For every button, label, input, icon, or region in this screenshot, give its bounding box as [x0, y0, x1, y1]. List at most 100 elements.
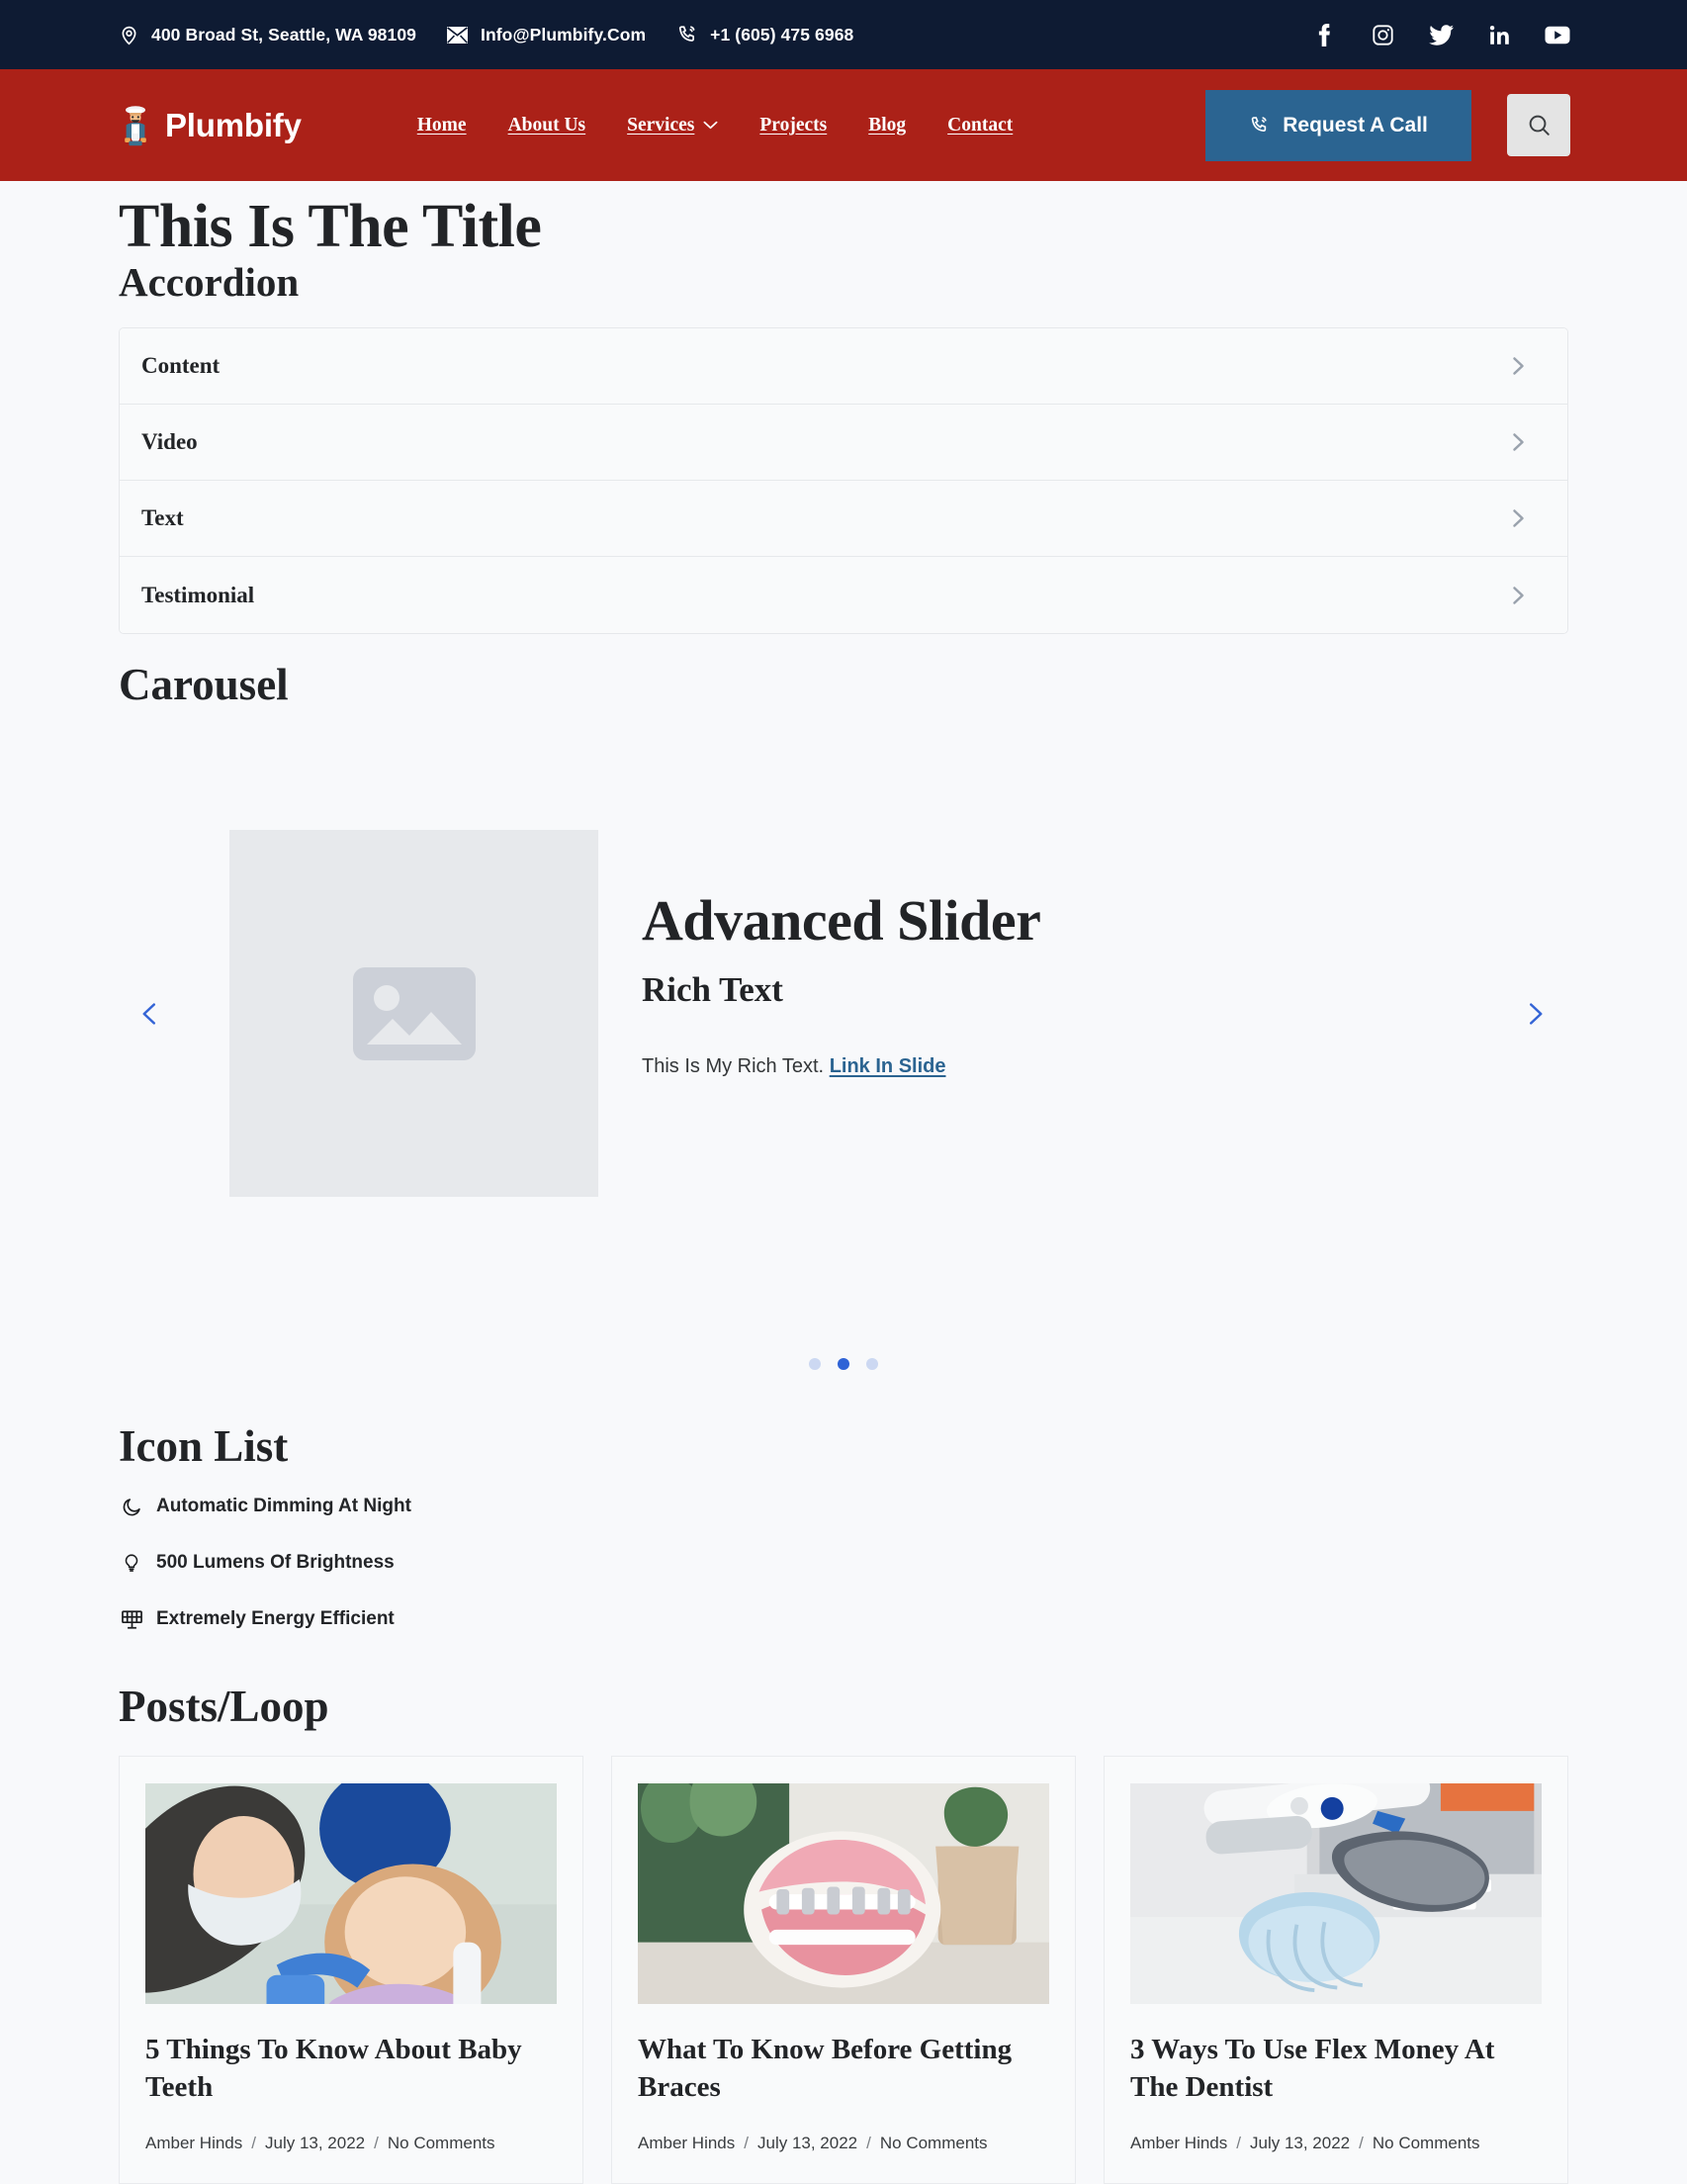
request-a-call-button[interactable]: Request A Call: [1205, 89, 1471, 161]
top-contact-bar: 400 Broad St, Seattle, WA 98109 Info@Plu…: [0, 0, 1687, 69]
chevron-right-icon: [1506, 430, 1530, 454]
chevron-right-icon: [1506, 584, 1530, 607]
post-card: 3 Ways To Use Flex Money At The Dentist …: [1104, 1756, 1568, 2184]
location-pin-icon: [117, 23, 140, 46]
post-meta: Amber Hinds / July 13, 2022 / No Comment…: [1130, 2134, 1542, 2153]
accordion-heading: Accordion: [119, 259, 300, 306]
request-a-call-label: Request A Call: [1283, 113, 1428, 136]
facebook-icon[interactable]: [1311, 22, 1337, 47]
carousel-heading: Carousel: [119, 660, 289, 710]
icon-list-item-dimming-label: Automatic Dimming At Night: [156, 1496, 411, 1517]
search-button[interactable]: [1507, 94, 1570, 156]
post-meta: Amber Hinds / July 13, 2022 / No Comment…: [145, 2134, 557, 2153]
nav-item-projects-label: Projects: [759, 114, 828, 136]
accordion-item-video[interactable]: Video: [120, 405, 1567, 482]
meta-separator: /: [1359, 2133, 1364, 2152]
slide-rich-text: This Is My Rich Text. Link In Slide: [642, 1055, 1040, 1078]
chevron-right-icon: [1506, 354, 1530, 378]
accordion-item-content[interactable]: Content: [120, 328, 1567, 406]
solar-panel-icon: [119, 1606, 144, 1632]
nav-item-about-us[interactable]: About Us: [508, 115, 586, 136]
post-author[interactable]: Amber Hinds: [145, 2134, 242, 2153]
topbar-address-text: 400 Broad St, Seattle, WA 98109: [151, 24, 416, 45]
phone-ring-icon: [675, 23, 699, 46]
topbar-address[interactable]: 400 Broad St, Seattle, WA 98109: [117, 23, 416, 46]
post-comments[interactable]: No Comments: [1373, 2134, 1480, 2153]
post-meta: Amber Hinds / July 13, 2022 / No Comment…: [638, 2134, 1049, 2153]
topbar-phone-text: +1 (605) 475 6968: [710, 24, 854, 45]
carousel-prev-button[interactable]: [129, 992, 172, 1036]
post-thumbnail[interactable]: [145, 1783, 557, 2005]
social-links: [1311, 22, 1570, 47]
page-title: This Is The Title: [119, 193, 542, 260]
moon-icon: [119, 1494, 144, 1519]
meta-separator: /: [251, 2133, 256, 2152]
image-placeholder-icon: [352, 966, 476, 1060]
post-thumbnail[interactable]: [638, 1783, 1049, 2005]
post-title[interactable]: What To Know Before Getting Braces: [638, 2032, 1049, 2105]
post-date: July 13, 2022: [757, 2133, 858, 2152]
post-comments[interactable]: No Comments: [880, 2134, 988, 2153]
carousel-pagination-dots: [119, 1357, 1568, 1370]
chevron-down-icon: [703, 121, 718, 130]
post-title[interactable]: 5 Things To Know About Baby Teeth: [145, 2032, 557, 2105]
posts-grid: 5 Things To Know About Baby Teeth Amber …: [119, 1756, 1568, 2184]
topbar-phone[interactable]: +1 (605) 475 6968: [675, 23, 853, 46]
chevron-right-icon: [1506, 506, 1530, 530]
accordion-item-content-label: Content: [141, 353, 221, 379]
topbar-contact-group: 400 Broad St, Seattle, WA 98109 Info@Plu…: [117, 23, 853, 46]
phone-ring-icon: [1249, 115, 1270, 136]
nav-item-home[interactable]: Home: [417, 115, 467, 136]
accordion-item-text[interactable]: Text: [120, 481, 1567, 558]
icon-list: Automatic Dimming At Night 500 Lumens Of…: [119, 1479, 1568, 1648]
site-header: Plumbify Home About Us Services Projects…: [0, 69, 1687, 181]
brand-name: Plumbify: [165, 106, 302, 143]
nav-item-services[interactable]: Services: [627, 115, 718, 136]
instagram-icon[interactable]: [1370, 22, 1395, 47]
slide-body: Advanced Slider Rich Text This Is My Ric…: [642, 830, 1041, 1078]
post-title[interactable]: 3 Ways To Use Flex Money At The Dentist: [1130, 2032, 1542, 2105]
meta-separator: /: [744, 2133, 749, 2152]
slide-link[interactable]: Link In Slide: [830, 1055, 946, 1077]
post-date: July 13, 2022: [265, 2133, 366, 2152]
nav-item-services-label: Services: [627, 114, 695, 136]
carousel-dot-2[interactable]: [838, 1357, 849, 1370]
meta-separator: /: [1236, 2133, 1241, 2152]
linkedin-icon[interactable]: [1486, 22, 1512, 47]
post-author[interactable]: Amber Hinds: [1130, 2134, 1227, 2153]
carousel: Advanced Slider Rich Text This Is My Ric…: [119, 767, 1568, 1261]
topbar-email-text: Info@Plumbify.Com: [480, 24, 647, 45]
accordion-item-testimonial-label: Testimonial: [141, 582, 255, 607]
topbar-email[interactable]: Info@Plumbify.Com: [446, 23, 646, 46]
youtube-icon[interactable]: [1545, 22, 1570, 47]
carousel-dot-1[interactable]: [809, 1357, 821, 1370]
posts-heading: Posts/Loop: [119, 1681, 329, 1731]
search-icon: [1527, 113, 1552, 137]
twitter-icon[interactable]: [1428, 22, 1454, 47]
nav-item-contact-label: Contact: [947, 114, 1014, 136]
carousel-slide: Advanced Slider Rich Text This Is My Ric…: [229, 830, 1041, 1198]
accordion: Content Video Text Testimonial: [119, 327, 1568, 635]
post-author[interactable]: Amber Hinds: [638, 2134, 735, 2153]
nav-item-blog[interactable]: Blog: [868, 115, 906, 136]
carousel-next-button[interactable]: [1513, 992, 1556, 1036]
lightbulb-icon: [119, 1550, 144, 1576]
slide-image-placeholder: [229, 830, 598, 1198]
accordion-item-testimonial[interactable]: Testimonial: [120, 557, 1567, 634]
nav-item-contact[interactable]: Contact: [947, 115, 1013, 136]
icon-list-item-efficiency: Extremely Energy Efficient: [119, 1592, 1568, 1648]
carousel-dot-3[interactable]: [866, 1357, 878, 1370]
nav-item-about-us-label: About Us: [507, 114, 586, 136]
brand-logo[interactable]: Plumbify: [119, 105, 302, 146]
nav-item-projects[interactable]: Projects: [759, 115, 827, 136]
nav-item-blog-label: Blog: [868, 114, 907, 136]
icon-list-item-lumens-label: 500 Lumens Of Brightness: [156, 1552, 395, 1574]
slide-title: Advanced Slider: [642, 888, 1041, 954]
page-content: This Is The Title Accordion Content Vide…: [0, 193, 1687, 2184]
post-thumbnail[interactable]: [1130, 1783, 1542, 2005]
post-comments[interactable]: No Comments: [388, 2134, 495, 2153]
meta-separator: /: [866, 2133, 871, 2152]
chevron-right-icon: [1520, 999, 1550, 1029]
icon-list-item-efficiency-label: Extremely Energy Efficient: [156, 1608, 395, 1630]
icon-list-item-lumens: 500 Lumens Of Brightness: [119, 1535, 1568, 1592]
